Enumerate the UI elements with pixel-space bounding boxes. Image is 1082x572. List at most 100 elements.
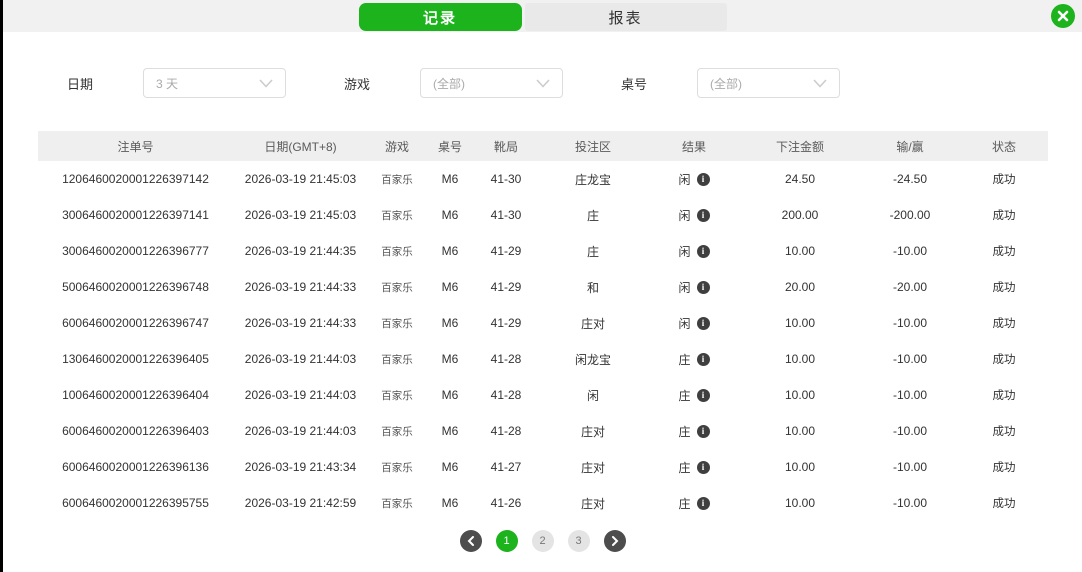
cell-bet-amount: 200.00 <box>740 197 860 233</box>
cell-result: 庄i <box>648 485 740 521</box>
cell-shoe-round: 41-28 <box>474 341 538 377</box>
pagination-page-2[interactable]: 2 <box>532 530 554 552</box>
cell-status: 成功 <box>960 161 1048 197</box>
pagination-prev-button[interactable] <box>460 530 482 552</box>
table-filter-select[interactable]: (全部) <box>697 68 840 98</box>
cell-table-no: M6 <box>426 341 474 377</box>
table-row: 60064600200012263967472026-03-19 21:44:3… <box>38 305 1048 341</box>
pagination-page-3[interactable]: 3 <box>568 530 590 552</box>
cell-bet-area: 庄 <box>538 197 648 233</box>
chevron-right-icon <box>611 536 619 546</box>
cell-status: 成功 <box>960 233 1048 269</box>
cell-bet-amount: 10.00 <box>740 485 860 521</box>
info-icon[interactable]: i <box>697 173 710 186</box>
close-icon <box>1057 10 1069 22</box>
cell-shoe-round: 41-29 <box>474 269 538 305</box>
info-icon[interactable]: i <box>697 209 710 222</box>
result-text: 闲 <box>678 207 690 224</box>
cell-bet-amount: 10.00 <box>740 413 860 449</box>
cell-date: 2026-03-19 21:44:33 <box>233 269 368 305</box>
info-icon[interactable]: i <box>697 281 710 294</box>
column-header-date: 日期(GMT+8) <box>233 131 368 161</box>
result-text: 闲 <box>678 243 690 260</box>
cell-table-no: M6 <box>426 161 474 197</box>
cell-status: 成功 <box>960 269 1048 305</box>
result-text: 闲 <box>678 171 690 188</box>
cell-win-loss: -10.00 <box>860 449 960 485</box>
result-text: 庄 <box>678 459 690 476</box>
cell-bet-area: 庄对 <box>538 305 648 341</box>
info-icon[interactable]: i <box>697 389 710 402</box>
cell-shoe-round: 41-30 <box>474 161 538 197</box>
cell-game: 百家乐 <box>368 377 426 413</box>
cell-bet-id: 6006460020001226395755 <box>38 485 233 521</box>
column-header-bet-area: 投注区 <box>538 131 648 161</box>
column-header-status: 状态 <box>960 131 1048 161</box>
game-filter-select[interactable]: (全部) <box>420 68 563 98</box>
info-icon[interactable]: i <box>697 497 710 510</box>
table-filter-label: 桌号 <box>621 74 647 93</box>
cell-status: 成功 <box>960 485 1048 521</box>
cell-bet-id: 6006460020001226396136 <box>38 449 233 485</box>
info-icon[interactable]: i <box>697 461 710 474</box>
result-text: 庄 <box>678 423 690 440</box>
table-row: 30064600200012263967772026-03-19 21:44:3… <box>38 233 1048 269</box>
filter-table: 桌号 (全部) <box>621 68 840 98</box>
cell-result: 庄i <box>648 413 740 449</box>
table-row: 12064600200012263971422026-03-19 21:45:0… <box>38 161 1048 197</box>
cell-win-loss: -10.00 <box>860 377 960 413</box>
info-icon[interactable]: i <box>697 317 710 330</box>
table-row: 10064600200012263964042026-03-19 21:44:0… <box>38 377 1048 413</box>
cell-status: 成功 <box>960 341 1048 377</box>
tab-reports[interactable]: 报表 <box>525 3 727 31</box>
cell-bet-id: 1006460020001226396404 <box>38 377 233 413</box>
cell-date: 2026-03-19 21:45:03 <box>233 197 368 233</box>
cell-result: 庄i <box>648 341 740 377</box>
date-filter-select[interactable]: 3 天 <box>143 68 286 98</box>
table-row: 13064600200012263964052026-03-19 21:44:0… <box>38 341 1048 377</box>
close-button[interactable] <box>1051 4 1075 28</box>
pagination-page-1[interactable]: 1 <box>496 530 518 552</box>
result-text: 庄 <box>678 495 690 512</box>
cell-bet-amount: 10.00 <box>740 449 860 485</box>
chevron-down-icon <box>813 79 827 88</box>
column-header-game: 游戏 <box>368 131 426 161</box>
cell-date: 2026-03-19 21:44:35 <box>233 233 368 269</box>
cell-bet-id: 6006460020001226396747 <box>38 305 233 341</box>
cell-date: 2026-03-19 21:43:34 <box>233 449 368 485</box>
info-icon[interactable]: i <box>697 245 710 258</box>
cell-shoe-round: 41-29 <box>474 233 538 269</box>
cell-bet-area: 庄对 <box>538 413 648 449</box>
info-icon[interactable]: i <box>697 425 710 438</box>
column-header-bet-id: 注单号 <box>38 131 233 161</box>
tab-records[interactable]: 记录 <box>359 3 522 31</box>
table-header-row: 注单号日期(GMT+8)游戏桌号靴局投注区结果下注金额输/赢状态 <box>38 131 1048 161</box>
cell-game: 百家乐 <box>368 449 426 485</box>
cell-bet-area: 闲龙宝 <box>538 341 648 377</box>
cell-bet-id: 1206460020001226397142 <box>38 161 233 197</box>
cell-status: 成功 <box>960 305 1048 341</box>
top-bar: 记录 报表 <box>3 0 1082 32</box>
cell-game: 百家乐 <box>368 413 426 449</box>
cell-shoe-round: 41-30 <box>474 197 538 233</box>
cell-table-no: M6 <box>426 413 474 449</box>
cell-bet-area: 庄龙宝 <box>538 161 648 197</box>
cell-table-no: M6 <box>426 485 474 521</box>
game-filter-value: (全部) <box>433 75 465 92</box>
result-text: 庄 <box>678 351 690 368</box>
cell-shoe-round: 41-28 <box>474 377 538 413</box>
cell-date: 2026-03-19 21:42:59 <box>233 485 368 521</box>
cell-bet-area: 庄 <box>538 233 648 269</box>
column-header-shoe-round: 靴局 <box>474 131 538 161</box>
result-text: 闲 <box>678 279 690 296</box>
result-text: 庄 <box>678 387 690 404</box>
pagination-next-button[interactable] <box>604 530 626 552</box>
cell-bet-id: 3006460020001226396777 <box>38 233 233 269</box>
cell-date: 2026-03-19 21:44:33 <box>233 305 368 341</box>
info-icon[interactable]: i <box>697 353 710 366</box>
filter-date: 日期 3 天 <box>67 68 286 98</box>
cell-bet-area: 和 <box>538 269 648 305</box>
cell-win-loss: -10.00 <box>860 413 960 449</box>
cell-game: 百家乐 <box>368 197 426 233</box>
cell-status: 成功 <box>960 413 1048 449</box>
